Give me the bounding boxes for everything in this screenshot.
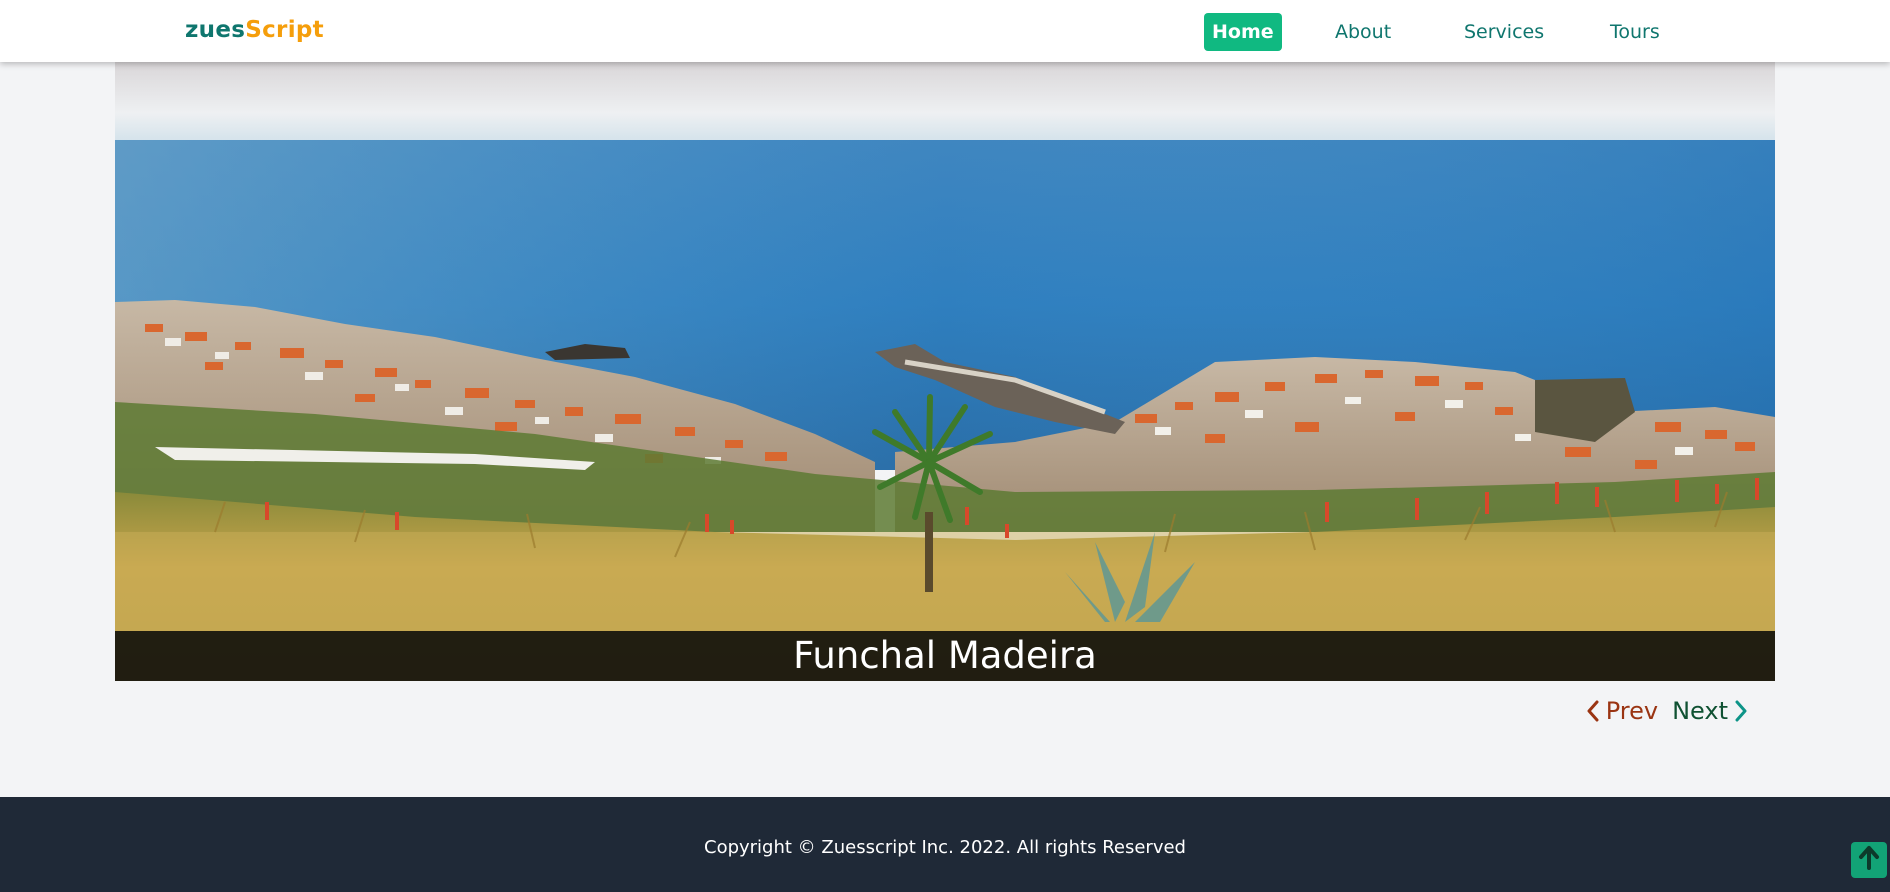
page-footer: Copyright © Zuesscript Inc. 2022. All ri… (0, 797, 1890, 892)
nav-services[interactable]: Services (1456, 13, 1552, 51)
prev-label: Prev (1605, 697, 1659, 725)
brand-text-part1: zues (185, 17, 246, 43)
prev-button[interactable]: Prev (1586, 697, 1658, 725)
slide-image (115, 62, 1775, 681)
brand-text-part2: Script (245, 17, 324, 43)
nav-about[interactable]: About (1327, 13, 1399, 51)
chevron-left-icon (1586, 700, 1600, 722)
slide-caption: Funchal Madeira (115, 631, 1775, 681)
nav-tours[interactable]: Tours (1602, 13, 1668, 51)
next-button[interactable]: Next (1672, 697, 1748, 725)
brand-logo[interactable]: zuesScript (185, 17, 324, 43)
chevron-right-icon (1734, 700, 1748, 722)
arrow-up-icon (1858, 845, 1880, 875)
next-label: Next (1672, 697, 1728, 725)
image-slider: Funchal Madeira (115, 62, 1775, 681)
scroll-top-button[interactable] (1851, 842, 1887, 878)
copyright-text: Copyright © Zuesscript Inc. 2022. All ri… (704, 837, 1186, 858)
top-navbar: zuesScript Home About Services Tours (0, 0, 1890, 62)
nav-home[interactable]: Home (1204, 13, 1282, 51)
slider-pager: Prev Next (1586, 694, 1748, 728)
